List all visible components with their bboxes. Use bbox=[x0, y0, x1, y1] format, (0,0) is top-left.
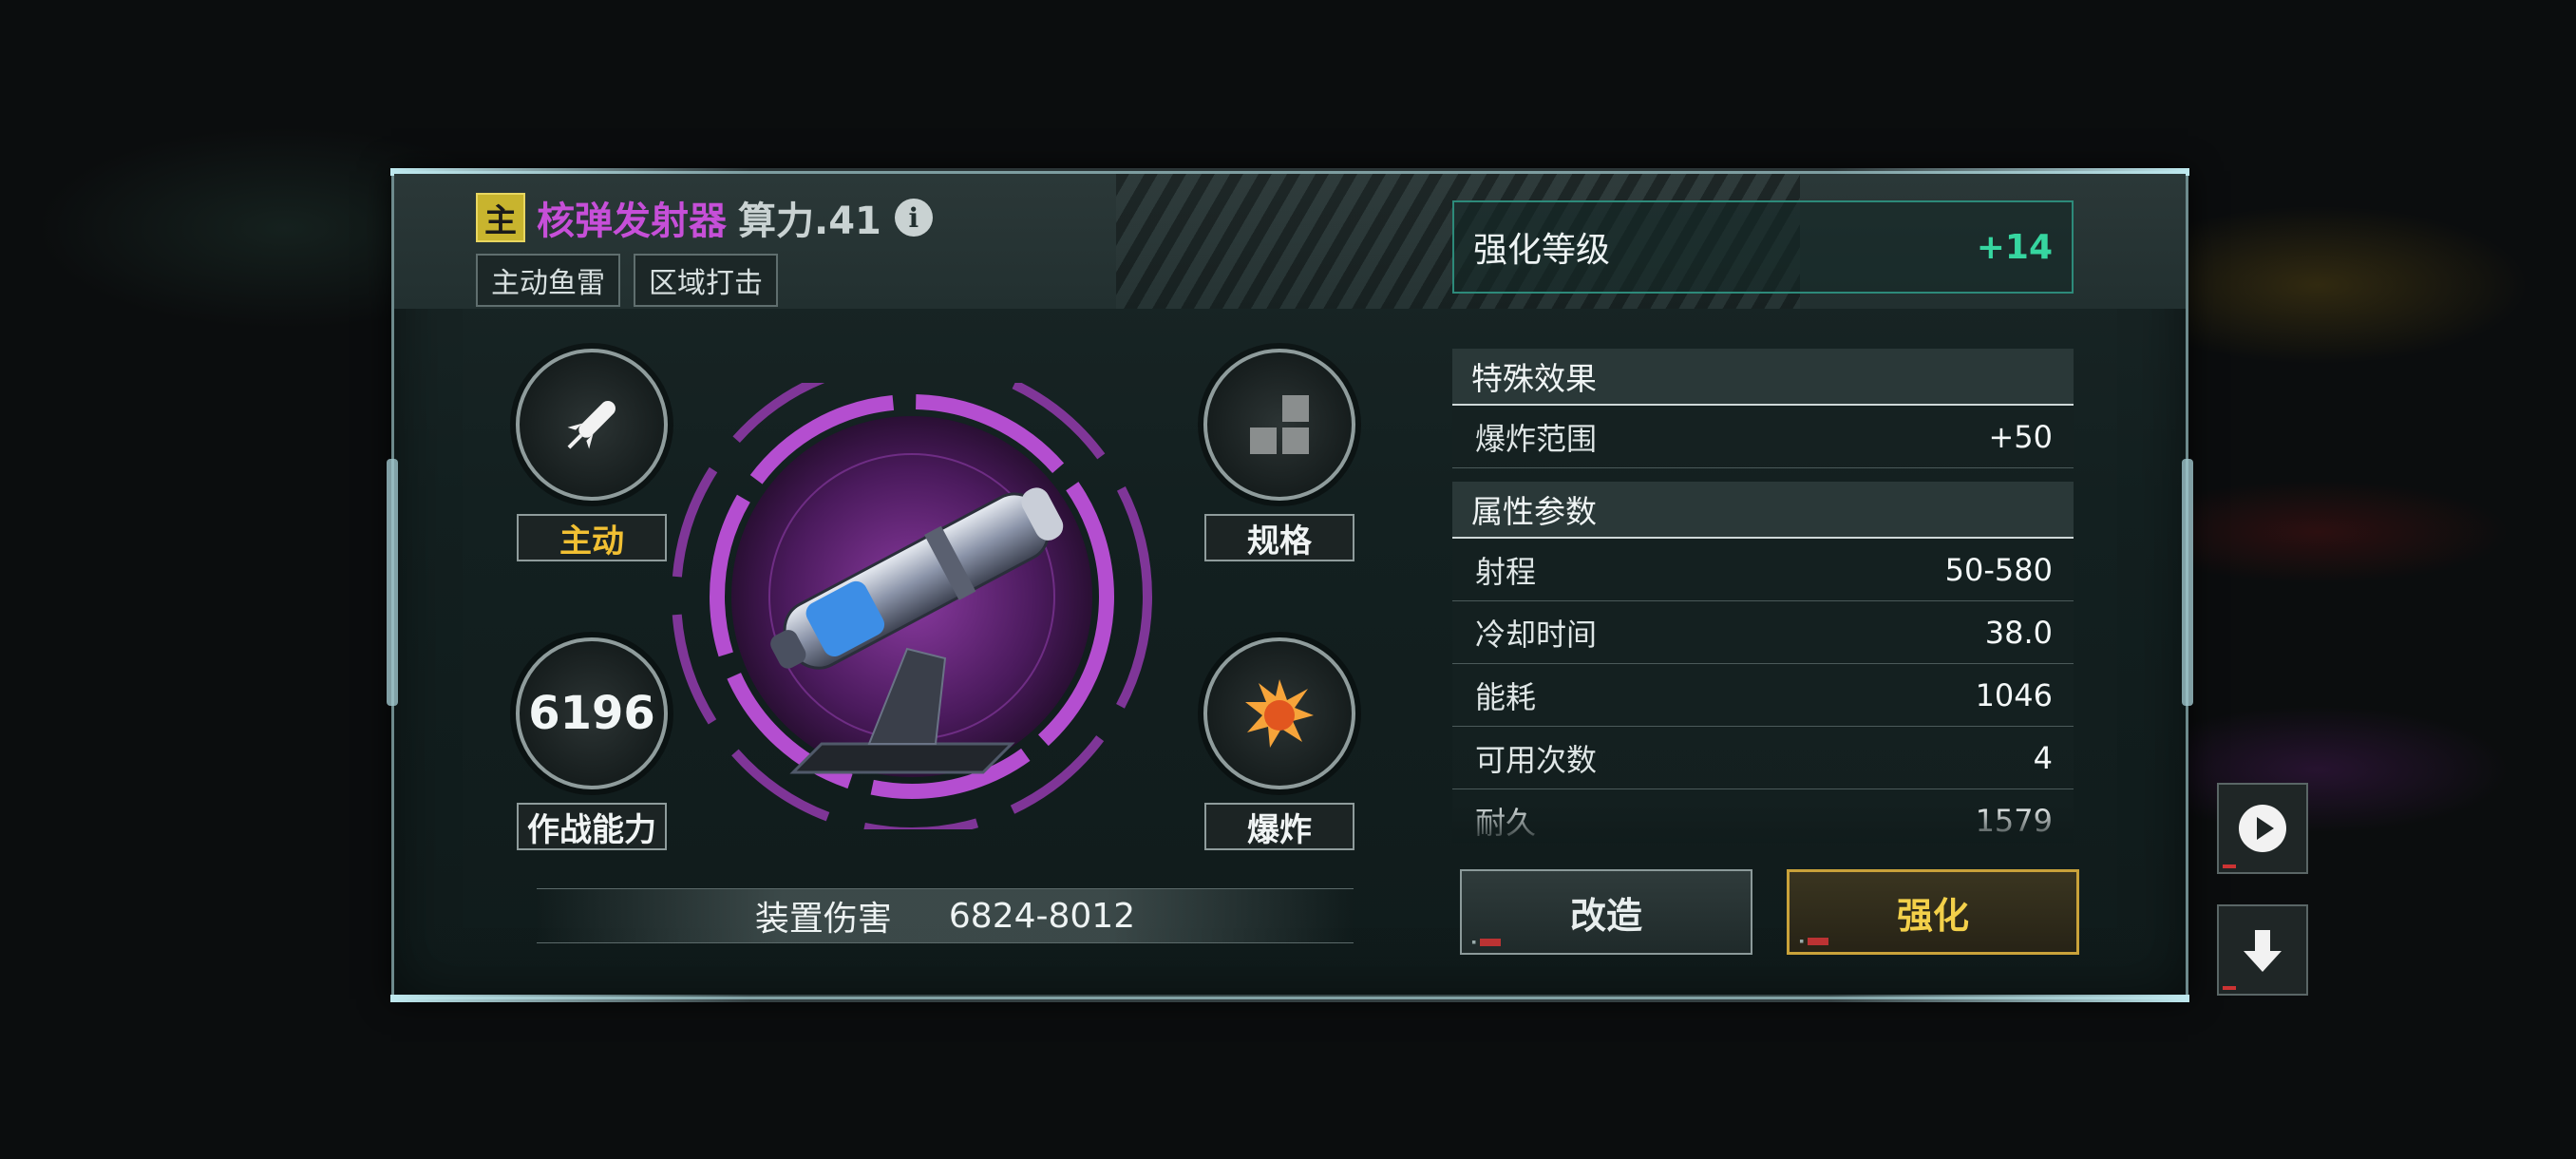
download-arrow-icon bbox=[2244, 930, 2282, 972]
skill-spec[interactable]: 规格 bbox=[1203, 349, 1355, 561]
attribute-value: 38.0 bbox=[1984, 614, 2053, 651]
attribute-value: 4 bbox=[2033, 739, 2053, 776]
enhance-button[interactable]: 强化 ▪ bbox=[1787, 869, 2079, 955]
grid-blocks-icon bbox=[1203, 349, 1355, 501]
attribute-label: 能耗 bbox=[1475, 678, 1537, 715]
attribute-label: 耐久 bbox=[1475, 804, 1537, 841]
skill-explosion[interactable]: 爆炸 bbox=[1203, 637, 1355, 850]
main-slot-badge: 主 bbox=[476, 193, 525, 242]
special-effect-value: +50 bbox=[1988, 418, 2053, 455]
attribute-row-energy: 能耗 1046 bbox=[1452, 664, 2074, 727]
attribute-label: 冷却时间 bbox=[1475, 616, 1598, 653]
enhancement-level-label: 强化等级 bbox=[1473, 231, 1611, 270]
skill-combat-power[interactable]: 6196 作战能力 bbox=[516, 637, 668, 850]
skill-active[interactable]: 主动 bbox=[516, 349, 668, 561]
device-damage-label: 装置伤害 bbox=[754, 900, 892, 939]
red-marker bbox=[2223, 864, 2236, 868]
weapon-detail-dialog: 主 核弹发射器 算力.41 i 主动鱼雷 区域打击 强化等级 +14 主动 规格… bbox=[387, 168, 2193, 1002]
special-effect-row: 爆炸范围 +50 bbox=[1452, 406, 2074, 468]
combat-power-label: 作战能力 bbox=[517, 803, 667, 850]
button-decor: ▪ bbox=[1799, 937, 1829, 946]
attribute-value: 1046 bbox=[1975, 676, 2053, 713]
weapon-name: 核弹发射器 bbox=[537, 200, 727, 243]
combat-power-circle: 6196 bbox=[516, 637, 668, 789]
skill-spec-label: 规格 bbox=[1204, 514, 1354, 561]
red-marker bbox=[2223, 986, 2236, 990]
nuclear-launcher-image bbox=[672, 383, 1152, 829]
special-effects-panel: 特殊效果 爆炸范围 +50 bbox=[1452, 349, 2074, 468]
attributes-title: 属性参数 bbox=[1452, 482, 2074, 539]
play-icon bbox=[2239, 805, 2286, 852]
missile-icon bbox=[516, 349, 668, 501]
info-icon[interactable]: i bbox=[894, 199, 933, 237]
left-edge-tab bbox=[387, 459, 398, 706]
modify-button-label: 改造 bbox=[1569, 894, 1642, 937]
attribute-row-durability: 耐久 1579 bbox=[1452, 789, 2074, 843]
combat-power-value: 6196 bbox=[528, 687, 655, 740]
weapon-tags: 主动鱼雷 区域打击 bbox=[476, 254, 778, 307]
play-button[interactable] bbox=[2217, 783, 2308, 874]
special-effects-title: 特殊效果 bbox=[1452, 349, 2074, 406]
device-damage-bar: 装置伤害 6824-8012 bbox=[537, 888, 1354, 943]
attribute-value: 1579 bbox=[1975, 802, 2053, 839]
weapon-title-row: 主 核弹发射器 算力.41 i bbox=[476, 187, 933, 248]
download-button[interactable] bbox=[2217, 904, 2308, 996]
tag-torpedo: 主动鱼雷 bbox=[476, 254, 620, 307]
attribute-row-range: 射程 50-580 bbox=[1452, 539, 2074, 601]
device-damage-value: 6824-8012 bbox=[948, 896, 1136, 936]
enhancement-level-value: +14 bbox=[1976, 227, 2053, 267]
enhance-button-label: 强化 bbox=[1896, 894, 1969, 937]
explosion-icon bbox=[1203, 637, 1355, 789]
tag-area-strike: 区域打击 bbox=[634, 254, 778, 307]
attributes-panel[interactable]: 属性参数 射程 50-580 冷却时间 38.0 能耗 1046 可用次数 4 … bbox=[1452, 482, 2074, 843]
attribute-value: 50-580 bbox=[1944, 551, 2053, 588]
attribute-row-uses: 可用次数 4 bbox=[1452, 727, 2074, 789]
attribute-label: 射程 bbox=[1475, 553, 1537, 590]
special-effect-label: 爆炸范围 bbox=[1475, 420, 1598, 457]
attribute-row-cooldown: 冷却时间 38.0 bbox=[1452, 601, 2074, 664]
skill-explosion-label: 爆炸 bbox=[1204, 803, 1354, 850]
weapon-power: 算力.41 bbox=[738, 200, 881, 243]
modify-button[interactable]: 改造 ▪ bbox=[1460, 869, 1752, 955]
enhancement-level-box: 强化等级 +14 bbox=[1452, 200, 2074, 294]
dialog-bottom-edge bbox=[390, 995, 2189, 1002]
button-decor: ▪ bbox=[1471, 938, 1502, 947]
skill-active-label: 主动 bbox=[517, 514, 667, 561]
attribute-label: 可用次数 bbox=[1475, 741, 1598, 778]
right-edge-tab bbox=[2182, 459, 2193, 706]
